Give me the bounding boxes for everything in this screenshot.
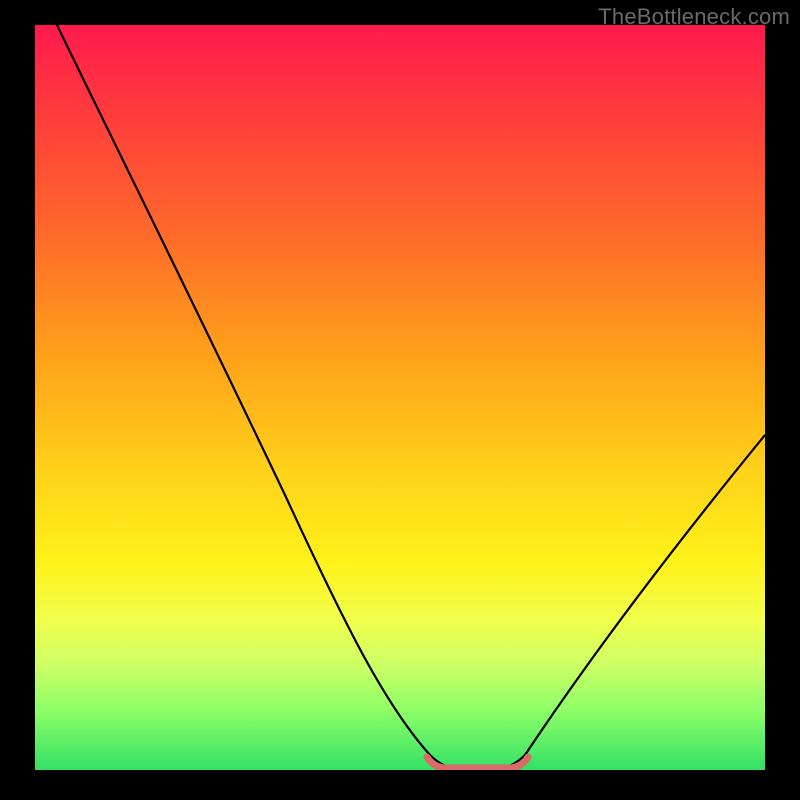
flat-zone-marker-path <box>427 757 528 768</box>
plot-area <box>35 25 765 770</box>
curve-svg <box>35 25 765 770</box>
bottleneck-curve-path <box>57 25 765 769</box>
chart-frame: TheBottleneck.com <box>0 0 800 800</box>
